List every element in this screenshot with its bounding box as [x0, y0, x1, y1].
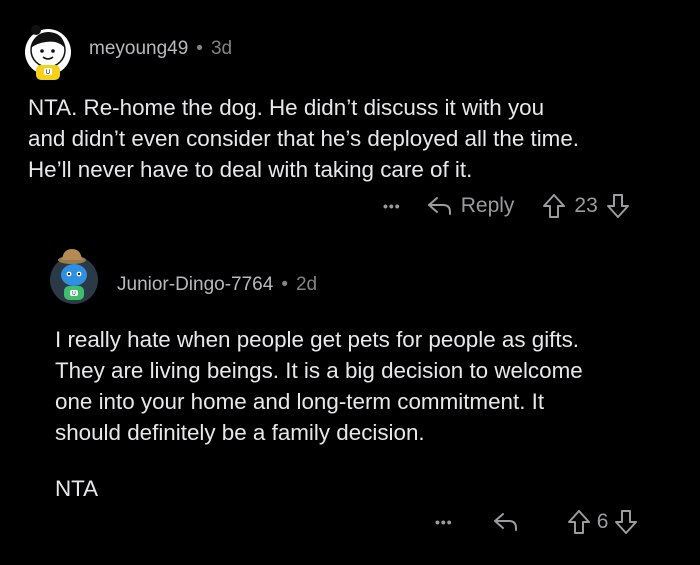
comment-age: 2d [295, 274, 318, 295]
comment-line: one into your home and long-term commitm… [55, 389, 545, 414]
comment-body: NTA. Re-home the dog. He didn’t discuss … [28, 92, 678, 185]
vote-count: 6 [596, 510, 609, 533]
comment-line: He’ll never have to deal with taking car… [28, 157, 473, 182]
comment-meta: meyoung49 • 3d [89, 38, 232, 60]
reply-button[interactable]: Reply [427, 194, 515, 218]
upvote-arrow-icon [567, 510, 590, 534]
username[interactable]: Junior-Dingo-7764 [117, 274, 273, 296]
user-avatar[interactable]: U [22, 22, 72, 80]
svg-text:U: U [46, 69, 50, 76]
downvote-arrow-icon [606, 194, 629, 218]
vote-count: 23 [574, 194, 598, 217]
separator-dot: • [196, 38, 203, 59]
comment-body: I really hate when people get pets for p… [55, 324, 685, 504]
downvote-button[interactable] [606, 193, 630, 219]
comment-actions: ••• Reply 23 [383, 193, 630, 219]
reply-label: Reply [460, 194, 515, 217]
downvote-button[interactable] [614, 509, 638, 535]
comment-line: I really hate when people get pets for p… [55, 327, 580, 352]
more-options-button[interactable]: ••• [383, 198, 401, 214]
comment-meta: Junior-Dingo-7764 • 2d [117, 274, 317, 296]
comment-line: NTA. Re-home the dog. He didn’t discuss … [28, 95, 545, 120]
comment-age: 3d [210, 38, 233, 59]
comment-line: NTA [55, 476, 99, 501]
upvote-arrow-icon [543, 194, 566, 218]
avatar-meyoung49-icon: U [25, 25, 71, 80]
downvote-arrow-icon [615, 510, 638, 534]
svg-text:U: U [72, 291, 76, 297]
comment-line: should definitely be a family decision. [55, 420, 425, 445]
comment-line: They are living beings. It is a big deci… [55, 358, 583, 383]
upvote-button[interactable] [567, 509, 591, 535]
upvote-button[interactable] [542, 193, 566, 219]
comment-actions: ••• 6 [435, 509, 638, 535]
more-options-button[interactable]: ••• [435, 514, 453, 530]
separator-dot: • [281, 274, 288, 295]
user-avatar[interactable]: U [46, 243, 100, 305]
avatar-junior-dingo-icon: U [50, 249, 98, 304]
reply-arrow-icon [493, 513, 517, 531]
comment-line: and didn’t even consider that he’s deplo… [28, 126, 580, 151]
username[interactable]: meyoung49 [89, 38, 188, 60]
reply-arrow-icon [427, 197, 451, 215]
reply-button[interactable] [493, 511, 527, 533]
